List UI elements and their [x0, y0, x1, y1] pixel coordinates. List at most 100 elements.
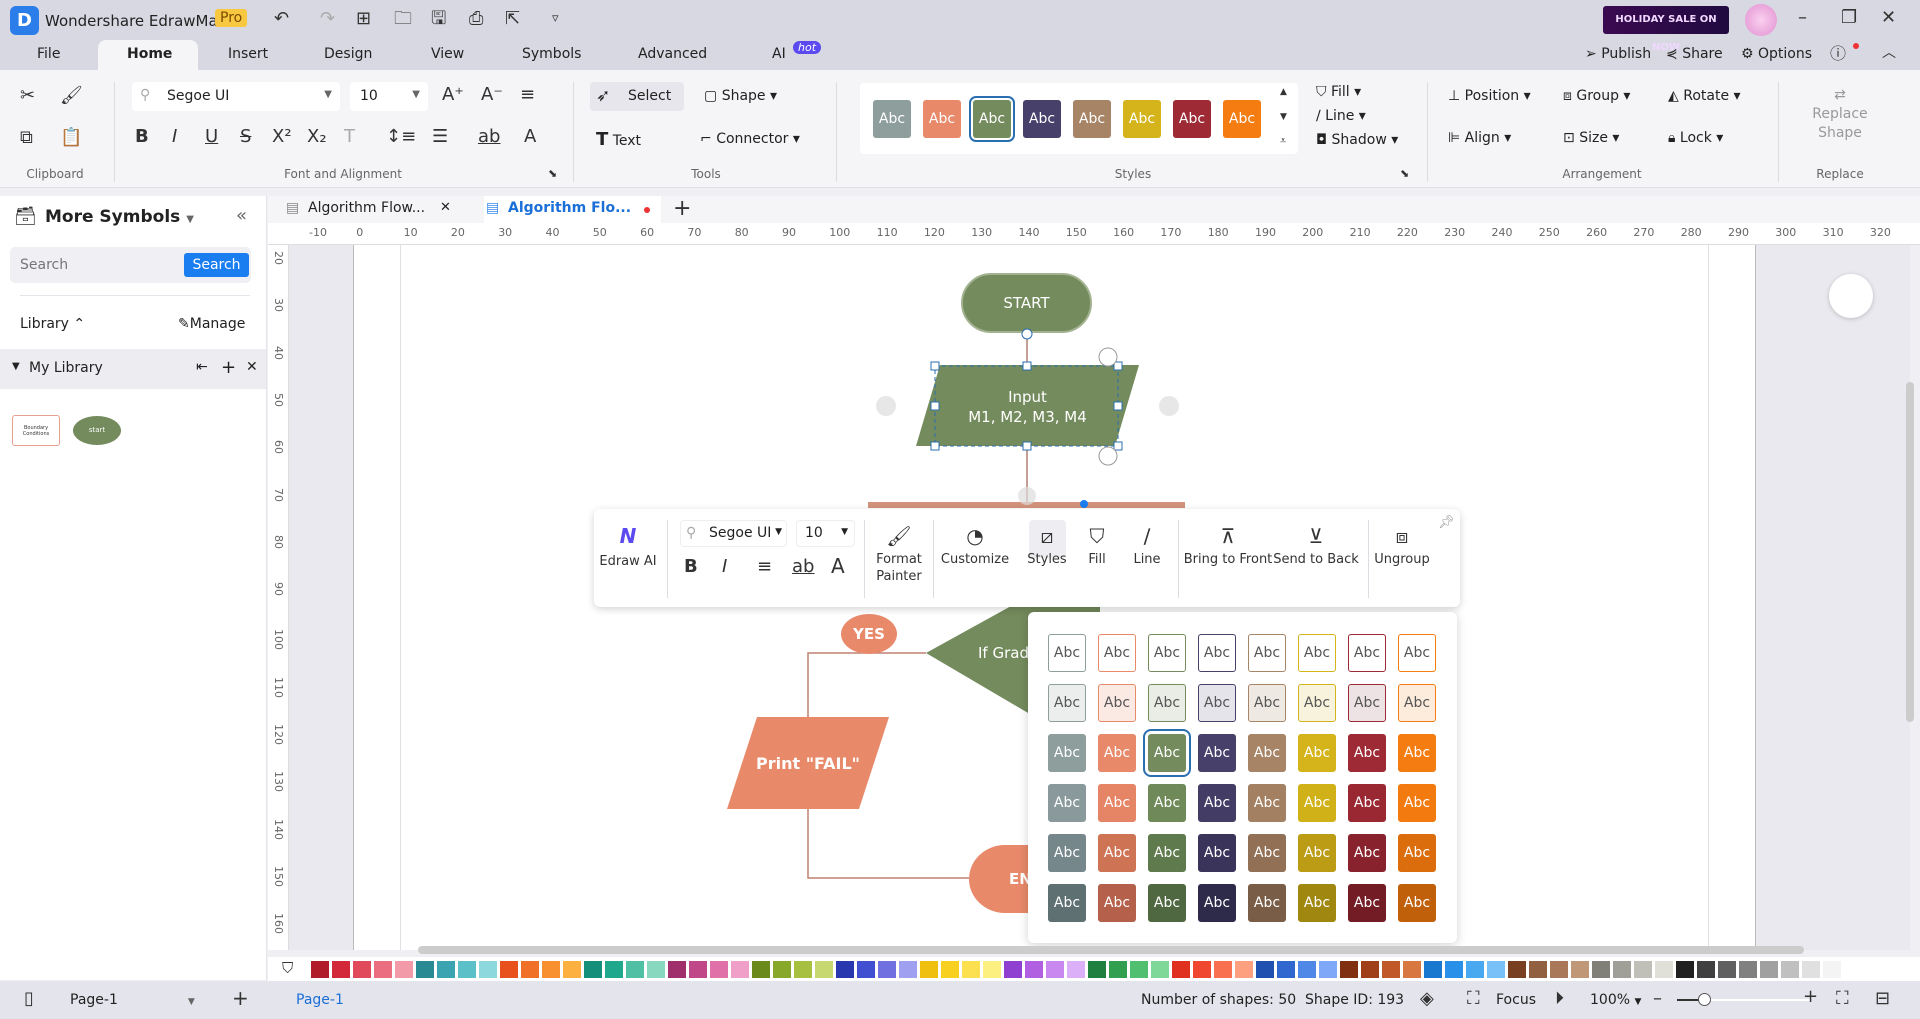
- style-option[interactable]: Abc: [1298, 734, 1336, 772]
- palette-color[interactable]: [542, 961, 560, 978]
- style-option[interactable]: Abc: [1298, 634, 1336, 672]
- palette-color[interactable]: [1571, 961, 1589, 978]
- palette-color[interactable]: [1718, 961, 1736, 978]
- palette-color[interactable]: [1466, 961, 1484, 978]
- palette-color[interactable]: [353, 961, 371, 978]
- palette-color[interactable]: [1193, 961, 1211, 978]
- style-option[interactable]: Abc: [1048, 734, 1086, 772]
- palette-color[interactable]: [1697, 961, 1715, 978]
- palette-color[interactable]: [1487, 961, 1505, 978]
- palette-color[interactable]: [1508, 961, 1526, 978]
- zoom-slider[interactable]: [1677, 993, 1810, 1006]
- palette-color[interactable]: [1760, 961, 1778, 978]
- palette-color[interactable]: [794, 961, 812, 978]
- palette-color[interactable]: [563, 961, 581, 978]
- style-option[interactable]: Abc: [1248, 684, 1286, 722]
- style-option[interactable]: Abc: [1098, 784, 1136, 822]
- palette-color[interactable]: [437, 961, 455, 978]
- palette-color[interactable]: [1361, 961, 1379, 978]
- palette-color[interactable]: [1634, 961, 1652, 978]
- palette-color[interactable]: [1004, 961, 1022, 978]
- palette-color[interactable]: [983, 961, 1001, 978]
- palette-color[interactable]: [332, 961, 350, 978]
- style-option[interactable]: Abc: [1198, 734, 1236, 772]
- style-option[interactable]: Abc: [1248, 884, 1286, 922]
- font-color-icon[interactable]: A: [831, 556, 845, 576]
- customize-button[interactable]: ◔ Customize: [941, 526, 1009, 568]
- palette-color[interactable]: [1235, 961, 1253, 978]
- palette-color[interactable]: [689, 961, 707, 978]
- palette-color[interactable]: [1676, 961, 1694, 978]
- palette-color[interactable]: [815, 961, 833, 978]
- style-option[interactable]: Abc: [1198, 884, 1236, 922]
- palette-color[interactable]: [1739, 961, 1757, 978]
- palette-color[interactable]: [1088, 961, 1106, 978]
- style-option[interactable]: Abc: [1148, 684, 1186, 722]
- palette-color[interactable]: [1613, 961, 1631, 978]
- palette-color[interactable]: [626, 961, 644, 978]
- style-option[interactable]: Abc: [1348, 884, 1386, 922]
- palette-color[interactable]: [1277, 961, 1295, 978]
- palette-color[interactable]: [1214, 961, 1232, 978]
- send-to-back-button[interactable]: ⊻ Send to Back: [1273, 526, 1359, 568]
- palette-color[interactable]: [962, 961, 980, 978]
- palette-color[interactable]: [878, 961, 896, 978]
- highlight-icon[interactable]: ab: [792, 558, 814, 576]
- style-option[interactable]: Abc: [1298, 784, 1336, 822]
- style-option[interactable]: Abc: [1398, 684, 1436, 722]
- play-icon[interactable]: ⏵: [1555, 990, 1564, 1008]
- edraw-ai-button[interactable]: N Edraw AI: [599, 526, 656, 570]
- ungroup-button[interactable]: ⧈ Ungroup: [1374, 526, 1430, 568]
- palette-color[interactable]: [1130, 961, 1148, 978]
- palette-color[interactable]: [1109, 961, 1127, 978]
- palette-color[interactable]: [1655, 961, 1673, 978]
- page-tab[interactable]: Page-1: [296, 992, 344, 1008]
- style-option[interactable]: Abc: [1398, 884, 1436, 922]
- style-option[interactable]: Abc: [1048, 834, 1086, 872]
- fullscreen-icon[interactable]: ⊟: [1875, 990, 1890, 1008]
- palette-color[interactable]: [1382, 961, 1400, 978]
- style-option[interactable]: Abc: [1348, 834, 1386, 872]
- palette-color[interactable]: [1802, 961, 1820, 978]
- add-page-icon[interactable]: +: [232, 988, 249, 1008]
- style-option[interactable]: Abc: [1398, 784, 1436, 822]
- style-option[interactable]: Abc: [1348, 734, 1386, 772]
- focus-label[interactable]: Focus: [1496, 992, 1536, 1008]
- page-select[interactable]: Page-1 ▼: [70, 992, 195, 1008]
- palette-color[interactable]: [311, 961, 329, 978]
- palette-color[interactable]: [374, 961, 392, 978]
- fit-page-icon[interactable]: ⛶: [1836, 990, 1849, 1008]
- palette-color[interactable]: [1256, 961, 1274, 978]
- palette-color[interactable]: [458, 961, 476, 978]
- style-option[interactable]: Abc: [1398, 734, 1436, 772]
- vertical-scrollbar[interactable]: [1906, 382, 1914, 722]
- palette-color[interactable]: [1319, 961, 1337, 978]
- layers-icon[interactable]: ◈: [1420, 990, 1434, 1008]
- ai-assistant-button[interactable]: [1829, 274, 1873, 318]
- styles-button[interactable]: ⧄ Styles: [1027, 526, 1066, 568]
- palette-color[interactable]: [1445, 961, 1463, 978]
- palette-color[interactable]: [1529, 961, 1547, 978]
- palette-color[interactable]: [920, 961, 938, 978]
- style-option[interactable]: Abc: [1048, 784, 1086, 822]
- zoom-in-icon[interactable]: +: [1803, 988, 1818, 1006]
- style-option[interactable]: Abc: [1198, 634, 1236, 672]
- palette-color[interactable]: [1550, 961, 1568, 978]
- style-option[interactable]: Abc: [1248, 784, 1286, 822]
- style-option[interactable]: Abc: [1348, 634, 1386, 672]
- style-option[interactable]: Abc: [1248, 734, 1286, 772]
- style-option[interactable]: Abc: [1348, 784, 1386, 822]
- palette-color[interactable]: [521, 961, 539, 978]
- style-option[interactable]: Abc: [1148, 634, 1186, 672]
- palette-color[interactable]: [605, 961, 623, 978]
- style-option[interactable]: Abc: [1098, 734, 1136, 772]
- palette-color[interactable]: [1781, 961, 1799, 978]
- palette-color[interactable]: [1172, 961, 1190, 978]
- style-option[interactable]: Abc: [1098, 634, 1136, 672]
- palette-color[interactable]: [1340, 961, 1358, 978]
- palette-color[interactable]: [584, 961, 602, 978]
- palette-color[interactable]: [710, 961, 728, 978]
- style-option[interactable]: Abc: [1398, 834, 1436, 872]
- palette-color[interactable]: [1403, 961, 1421, 978]
- format-painter-button[interactable]: 🖌 Format Painter: [876, 526, 922, 585]
